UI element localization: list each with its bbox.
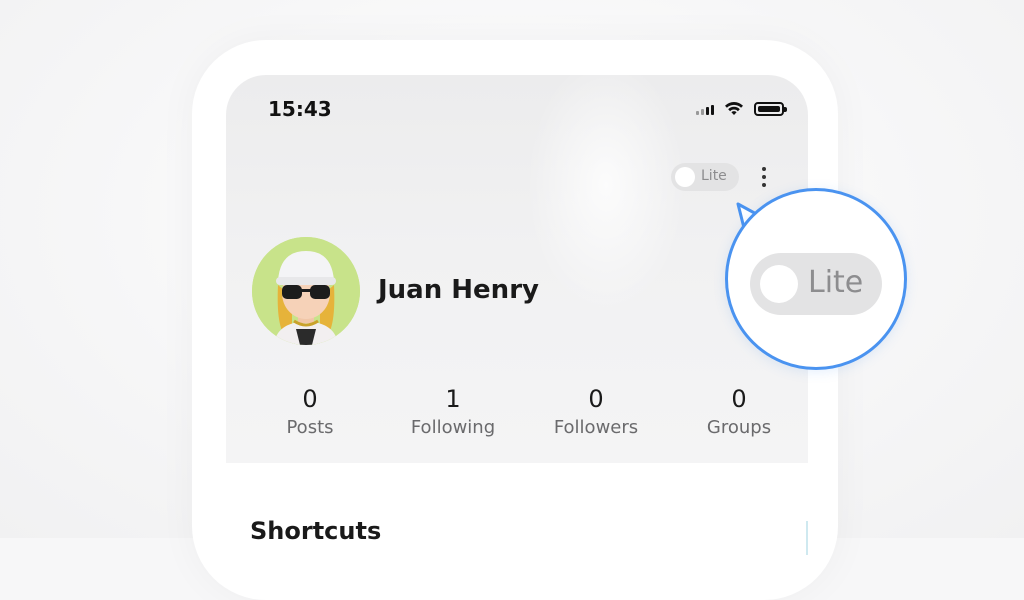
card-edge xyxy=(806,521,808,555)
profile-name: Juan Henry xyxy=(378,275,539,305)
stat-value: 0 xyxy=(588,385,604,413)
app-screen: 15:43 Lite Juan Henry 0 Posts 1 Followin… xyxy=(226,75,808,555)
lite-mode-toggle[interactable]: Lite xyxy=(671,163,739,191)
callout-lite-label: Lite xyxy=(808,265,864,300)
stat-posts[interactable]: 0 Posts xyxy=(250,385,370,438)
avatar-illustration xyxy=(252,237,360,345)
stat-following[interactable]: 1 Following xyxy=(393,385,513,438)
stat-value: 1 xyxy=(445,385,461,413)
wifi-icon xyxy=(725,102,743,115)
lite-toggle-magnified: Lite xyxy=(750,253,882,315)
shortcuts-heading: Shortcuts xyxy=(250,517,382,545)
more-vertical-icon[interactable] xyxy=(756,163,772,191)
avatar[interactable] xyxy=(252,237,360,345)
toggle-knob xyxy=(675,167,695,187)
stat-label: Groups xyxy=(706,417,772,438)
stat-label: Followers xyxy=(553,417,639,438)
stat-label: Posts xyxy=(286,417,334,438)
lite-toggle-label: Lite xyxy=(701,168,727,184)
stat-value: 0 xyxy=(731,385,747,413)
status-time: 15:43 xyxy=(268,97,332,121)
toggle-knob xyxy=(760,265,798,303)
signal-icon xyxy=(696,103,714,115)
stat-value: 0 xyxy=(302,385,318,413)
status-icons xyxy=(696,100,787,118)
stat-groups[interactable]: 0 Groups xyxy=(679,385,799,438)
stat-followers[interactable]: 0 Followers xyxy=(536,385,656,438)
stat-label: Following xyxy=(410,417,496,438)
lite-toggle-callout: Lite xyxy=(725,188,907,370)
battery-icon xyxy=(754,102,787,116)
